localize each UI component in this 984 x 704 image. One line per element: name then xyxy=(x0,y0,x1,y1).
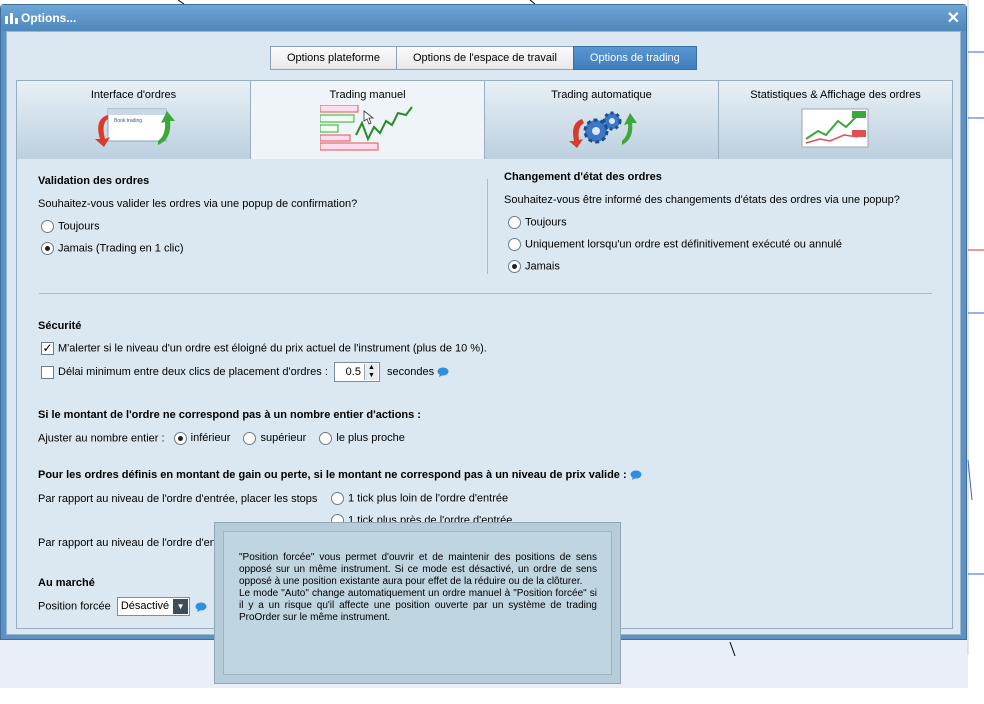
delay-unit: secondes xyxy=(387,366,435,378)
info-bubble-icon[interactable] xyxy=(630,470,642,481)
radio-button[interactable] xyxy=(508,216,521,229)
forced-position-value: Désactivé xyxy=(120,600,170,612)
forced-position-row: Position forcée Désactivé ▼ xyxy=(38,597,207,616)
radio-button[interactable] xyxy=(243,432,257,445)
radio-button[interactable] xyxy=(41,242,54,255)
auto-trading-gears-icon xyxy=(568,111,637,148)
horizontal-divider xyxy=(39,293,932,294)
statistics-chart-icon xyxy=(801,108,868,148)
forced-position-tooltip: "Position forcée" vous permet d'ouvrir e… xyxy=(214,522,621,684)
close-icon[interactable]: ✕ xyxy=(947,8,960,28)
validation-title: Validation des ordres xyxy=(38,175,150,187)
checkbox-checked[interactable]: ✓ xyxy=(41,342,54,355)
tab-options-plateforme[interactable]: Options plateforme xyxy=(270,46,397,70)
info-bubble-icon[interactable] xyxy=(195,602,207,612)
state-option-never[interactable]: Jamais xyxy=(508,260,560,273)
security-title: Sécurité xyxy=(38,320,82,332)
tab-label: Statistiques & Affichage des ordres xyxy=(750,89,921,101)
tab-options-trading[interactable]: Options de trading xyxy=(572,46,697,70)
trading-sub-tabs: Interface d'ordres Book trading Trading … xyxy=(16,80,953,161)
radio-button[interactable] xyxy=(508,260,521,273)
radio-button[interactable] xyxy=(508,238,521,251)
min-delay-option[interactable]: Délai minimum entre deux clics de placem… xyxy=(41,362,449,382)
tooltip-text: "Position forcée" vous permet d'ouvrir e… xyxy=(223,531,612,675)
adjust-label: Ajuster au nombre entier : xyxy=(38,432,165,445)
vertical-divider xyxy=(487,179,488,274)
delay-value: 0.5 xyxy=(345,366,361,378)
tab-trading-manuel[interactable]: Trading manuel xyxy=(250,80,485,161)
tab-label: Trading automatique xyxy=(551,89,652,101)
radio-button[interactable] xyxy=(173,432,187,445)
manual-trading-icon xyxy=(319,105,413,151)
info-bubble-icon[interactable] xyxy=(437,367,449,377)
state-change-question: Souhaitez-vous être informé des changeme… xyxy=(504,194,900,206)
gain-loss-title: Pour les ordres définis en montant de ga… xyxy=(38,469,642,481)
forced-position-select[interactable]: Désactivé ▼ xyxy=(116,597,191,616)
radio-button[interactable] xyxy=(319,432,333,445)
second-stops-label: Par rapport au niveau de l'ordre d'ent xyxy=(38,537,219,549)
state-option-executed[interactable]: Uniquement lorsqu'un ordre est définitiv… xyxy=(508,238,842,251)
adjust-option-upper[interactable]: supérieur xyxy=(243,432,306,445)
market-title: Au marché xyxy=(38,577,95,589)
top-tabs: Options plateforme Options de l'espace d… xyxy=(270,46,697,70)
tab-options-espace-travail[interactable]: Options de l'espace de travail xyxy=(395,46,574,70)
validation-question: Souhaitez-vous valider les ordres via un… xyxy=(38,198,358,210)
tab-interface-ordres[interactable]: Interface d'ordres Book trading xyxy=(16,80,251,160)
state-change-title: Changement d'état des ordres xyxy=(504,171,662,183)
radio-button[interactable] xyxy=(41,220,54,233)
title-bar[interactable]: Options... ✕ xyxy=(1,5,966,31)
stops-label: Par rapport au niveau de l'ordre d'entré… xyxy=(38,493,318,505)
tab-trading-automatique[interactable]: Trading automatique xyxy=(484,80,719,160)
tab-label: Trading manuel xyxy=(329,89,406,101)
app-icon xyxy=(5,13,18,24)
alert-distance-option[interactable]: ✓ M'alerter si le niveau d'un ordre est é… xyxy=(41,342,487,355)
tab-label: Interface d'ordres xyxy=(90,89,177,101)
checkbox[interactable] xyxy=(41,365,54,379)
validation-option-never[interactable]: Jamais (Trading en 1 clic) xyxy=(41,242,184,255)
radio-button[interactable] xyxy=(331,492,344,505)
delay-stepper[interactable]: 0.5 ▲ ▼ xyxy=(333,362,380,382)
forced-position-label: Position forcée xyxy=(38,600,111,613)
svg-text:Book trading: Book trading xyxy=(114,118,142,124)
amount-title: Si le montant de l'ordre ne correspond p… xyxy=(38,409,421,421)
window-title: Options... xyxy=(21,11,77,25)
stepper-arrows-icon[interactable]: ▲ ▼ xyxy=(363,364,378,380)
stops-option-further[interactable]: 1 tick plus loin de l'ordre d'entrée xyxy=(331,492,508,505)
chevron-down-icon[interactable]: ▼ xyxy=(173,599,189,614)
validation-option-always[interactable]: Toujours xyxy=(41,220,100,233)
adjust-option-lower[interactable]: inférieur xyxy=(173,432,230,445)
adjust-option-nearest[interactable]: le plus proche xyxy=(319,432,405,445)
state-option-always[interactable]: Toujours xyxy=(508,216,567,229)
amount-adjust-row: Ajuster au nombre entier : inférieur sup… xyxy=(38,432,405,445)
tab-statistiques-affichage[interactable]: Statistiques & Affichage des ordres xyxy=(718,80,953,160)
order-interface-icon: Book trading xyxy=(94,108,175,147)
